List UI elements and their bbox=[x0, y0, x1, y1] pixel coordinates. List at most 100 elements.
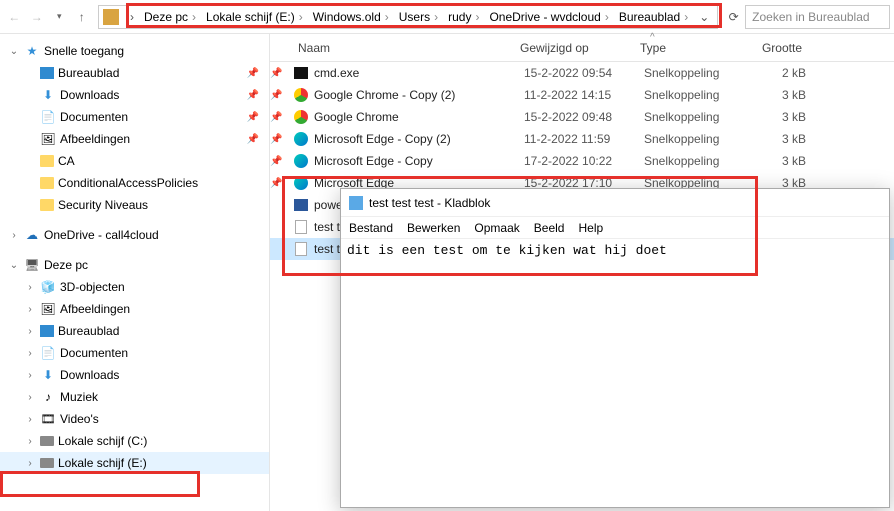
search-input[interactable]: Zoeken in Bureaublad bbox=[745, 5, 890, 29]
onedrive-root[interactable]: › ☁ OneDrive - call4cloud bbox=[0, 224, 269, 246]
sidebar-item[interactable]: ›📄Documenten bbox=[0, 342, 269, 364]
chevron-right-icon[interactable]: › bbox=[601, 10, 613, 24]
expand-icon[interactable]: › bbox=[24, 370, 36, 381]
expand-icon[interactable]: › bbox=[24, 282, 36, 293]
sidebar-item-label: Downloads bbox=[60, 88, 119, 102]
downloads-icon: ⬇ bbox=[40, 87, 56, 103]
sidebar-item-label: Downloads bbox=[60, 368, 119, 382]
address-dropdown[interactable]: ⌄ bbox=[695, 10, 713, 24]
column-header-type[interactable]: Type bbox=[640, 41, 750, 55]
desktop-icon bbox=[40, 67, 54, 79]
column-headers: Naam Gewijzigd op Type Grootte bbox=[270, 34, 894, 62]
quick-access-root[interactable]: ⌄ ★ Snelle toegang bbox=[0, 40, 269, 62]
expand-icon[interactable]: › bbox=[24, 304, 36, 315]
sidebar-item[interactable]: ›♪Muziek bbox=[0, 386, 269, 408]
notepad-menu-item[interactable]: Bewerken bbox=[407, 221, 460, 235]
pictures-icon: 🖼 bbox=[40, 131, 56, 147]
this-pc-root[interactable]: ⌄ 🖥 Deze pc bbox=[0, 254, 269, 276]
file-row[interactable]: 📌 cmd.exe 15-2-2022 09:54 Snelkoppeling … bbox=[270, 62, 894, 84]
file-row[interactable]: 📌 Google Chrome - Copy (2) 11-2-2022 14:… bbox=[270, 84, 894, 106]
pin-icon: 📌 bbox=[270, 112, 284, 123]
breadcrumb-segment[interactable]: Deze pc› bbox=[141, 10, 203, 24]
breadcrumb-bar[interactable]: › Deze pc›Lokale schijf (E:)›Windows.old… bbox=[98, 5, 718, 29]
column-header-name[interactable]: Naam bbox=[270, 41, 520, 55]
documents-icon: 📄 bbox=[40, 345, 56, 361]
notepad-menu-item[interactable]: Bestand bbox=[349, 221, 393, 235]
sidebar-item-label: Bureaublad bbox=[58, 324, 119, 338]
sidebar-item-drive[interactable]: ›Lokale schijf (C:) bbox=[0, 430, 269, 452]
expand-icon[interactable]: › bbox=[24, 436, 36, 447]
sidebar-item[interactable]: ⬇Downloads📌 bbox=[0, 84, 269, 106]
breadcrumb-segment[interactable]: rudy› bbox=[445, 10, 486, 24]
sidebar-item[interactable]: 📄Documenten📌 bbox=[0, 106, 269, 128]
sidebar-item-label: Security Niveaus bbox=[58, 198, 148, 212]
chrome-icon bbox=[294, 88, 308, 102]
notepad-titlebar[interactable]: test test test - Kladblok bbox=[341, 189, 889, 217]
nav-back-button[interactable]: ← bbox=[4, 4, 25, 30]
file-row[interactable]: 📌 Microsoft Edge - Copy 17-2-2022 10:22 … bbox=[270, 150, 894, 172]
sidebar-item[interactable]: ›⬇Downloads bbox=[0, 364, 269, 386]
chevron-right-icon[interactable]: › bbox=[430, 10, 442, 24]
edge-icon bbox=[294, 132, 308, 146]
breadcrumb-segment[interactable]: OneDrive - wvdcloud› bbox=[486, 10, 615, 24]
column-header-date[interactable]: Gewijzigd op bbox=[520, 41, 640, 55]
sidebar-item[interactable]: ›🎞Video's bbox=[0, 408, 269, 430]
notepad-menubar: Bestand Bewerken Opmaak Beeld Help bbox=[341, 217, 889, 239]
sidebar-item[interactable]: › Bureaublad bbox=[0, 320, 269, 342]
expand-icon[interactable]: › bbox=[24, 348, 36, 359]
expand-icon[interactable]: › bbox=[24, 392, 36, 403]
notepad-window[interactable]: test test test - Kladblok Bestand Bewerke… bbox=[340, 188, 890, 508]
text-file-icon bbox=[295, 220, 307, 234]
expand-icon[interactable]: › bbox=[8, 230, 20, 241]
notepad-menu-item[interactable]: Help bbox=[578, 221, 603, 235]
cloud-icon: ☁ bbox=[24, 227, 40, 243]
sidebar-item[interactable]: ConditionalAccessPolicies bbox=[0, 172, 269, 194]
sidebar-item[interactable]: ›🧊3D-objecten bbox=[0, 276, 269, 298]
refresh-button[interactable]: ⟳ bbox=[724, 10, 743, 24]
sidebar-item[interactable]: Security Niveaus bbox=[0, 194, 269, 216]
file-size: 3 kB bbox=[754, 110, 814, 124]
breadcrumb-segment[interactable]: Windows.old› bbox=[310, 10, 396, 24]
nav-recent-dropdown[interactable]: ▾ bbox=[49, 4, 70, 30]
chevron-right-icon[interactable]: › bbox=[295, 10, 307, 24]
expand-icon[interactable]: ⌄ bbox=[8, 46, 20, 57]
notepad-menu-item[interactable]: Opmaak bbox=[474, 221, 519, 235]
file-type: Snelkoppeling bbox=[644, 154, 754, 168]
sidebar-item[interactable]: ›🖼Afbeeldingen bbox=[0, 298, 269, 320]
sidebar-item-label: Muziek bbox=[60, 390, 98, 404]
notepad-menu-item[interactable]: Beeld bbox=[534, 221, 565, 235]
nav-up-button[interactable]: ↑ bbox=[72, 4, 93, 30]
expand-icon[interactable]: › bbox=[24, 326, 36, 337]
sidebar-item[interactable]: Bureaublad📌 bbox=[0, 62, 269, 84]
notepad-content: dit is een test om te kijken wat hij doe… bbox=[347, 243, 667, 258]
file-date: 11-2-2022 14:15 bbox=[524, 88, 644, 102]
chevron-right-icon[interactable]: › bbox=[188, 10, 200, 24]
sidebar-item[interactable]: CA bbox=[0, 150, 269, 172]
sidebar-item-drive[interactable]: ›Lokale schijf (E:) bbox=[0, 452, 269, 474]
sidebar-item-label: Afbeeldingen bbox=[60, 302, 130, 316]
breadcrumb-segment[interactable]: Bureaublad› bbox=[616, 10, 695, 24]
breadcrumb-root-chevron[interactable]: › bbox=[123, 10, 141, 24]
breadcrumb-segment[interactable]: Lokale schijf (E:)› bbox=[203, 10, 310, 24]
file-size: 3 kB bbox=[754, 154, 814, 168]
chevron-right-icon[interactable]: › bbox=[471, 10, 483, 24]
search-placeholder: Zoeken in Bureaublad bbox=[752, 10, 869, 24]
notepad-text-area[interactable]: dit is een test om te kijken wat hij doe… bbox=[341, 239, 889, 262]
notepad-icon bbox=[349, 196, 363, 210]
chevron-right-icon[interactable]: › bbox=[680, 10, 692, 24]
file-type: Snelkoppeling bbox=[644, 132, 754, 146]
expand-icon[interactable]: › bbox=[24, 414, 36, 425]
column-header-size[interactable]: Grootte bbox=[750, 41, 810, 55]
breadcrumb-segment[interactable]: Users› bbox=[396, 10, 445, 24]
file-name: Microsoft Edge - Copy (2) bbox=[314, 132, 524, 146]
nav-forward-button[interactable]: → bbox=[27, 4, 48, 30]
chevron-right-icon[interactable]: › bbox=[381, 10, 393, 24]
expand-icon[interactable]: ⌄ bbox=[8, 260, 20, 271]
3d-objects-icon: 🧊 bbox=[40, 279, 56, 295]
expand-icon[interactable]: › bbox=[24, 458, 36, 469]
file-date: 11-2-2022 11:59 bbox=[524, 132, 644, 146]
file-row[interactable]: 📌 Google Chrome 15-2-2022 09:48 Snelkopp… bbox=[270, 106, 894, 128]
documents-icon: 📄 bbox=[40, 109, 56, 125]
sidebar-item[interactable]: 🖼Afbeeldingen📌 bbox=[0, 128, 269, 150]
file-row[interactable]: 📌 Microsoft Edge - Copy (2) 11-2-2022 11… bbox=[270, 128, 894, 150]
